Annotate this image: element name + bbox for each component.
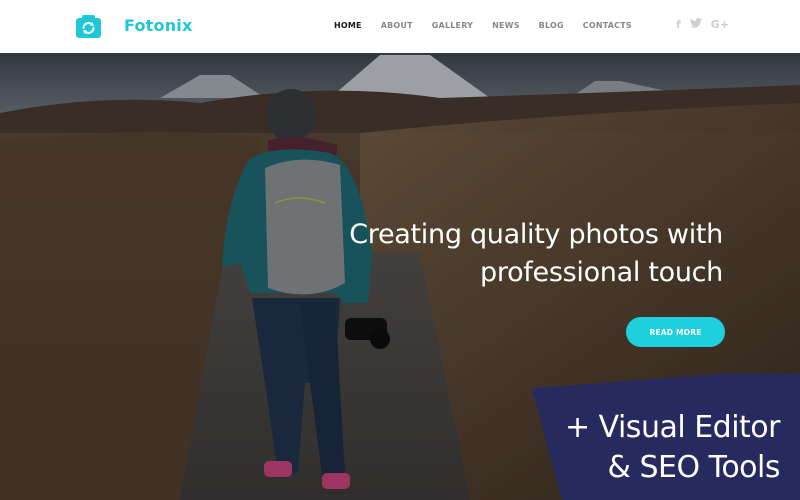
promo-text: + Visual Editor & SEO Tools xyxy=(564,408,781,488)
social-links: f G+ xyxy=(676,18,738,31)
google-plus-icon[interactable]: G+ xyxy=(711,18,729,31)
camera-refresh-icon xyxy=(76,14,101,38)
hero-title: Creating quality photos with professiona… xyxy=(349,216,723,292)
nav-news[interactable]: NEWS xyxy=(492,21,520,30)
facebook-icon[interactable]: f xyxy=(676,18,681,31)
main-nav: HOME ABOUT GALLERY NEWS BLOG CONTACTS xyxy=(334,21,651,30)
brand-name: Fotonix xyxy=(124,16,193,35)
nav-contacts[interactable]: CONTACTS xyxy=(583,21,632,30)
promo-line-2: & SEO Tools xyxy=(607,450,781,485)
promo-badge: + Visual Editor & SEO Tools xyxy=(520,374,800,500)
nav-gallery[interactable]: GALLERY xyxy=(432,21,473,30)
promo-line-1: + Visual Editor xyxy=(564,410,781,445)
hero-title-line-2: professional touch xyxy=(480,257,723,288)
nav-about[interactable]: ABOUT xyxy=(381,21,413,30)
hero-title-line-1: Creating quality photos with xyxy=(349,219,723,250)
read-more-button[interactable]: READ MORE xyxy=(626,317,725,347)
nav-blog[interactable]: BLOG xyxy=(539,21,564,30)
brand-logo[interactable]: Fotonix xyxy=(76,14,192,38)
site-header: Fotonix HOME ABOUT GALLERY NEWS BLOG CON… xyxy=(0,0,800,53)
nav-home[interactable]: HOME xyxy=(334,21,362,30)
twitter-icon[interactable] xyxy=(689,18,702,31)
